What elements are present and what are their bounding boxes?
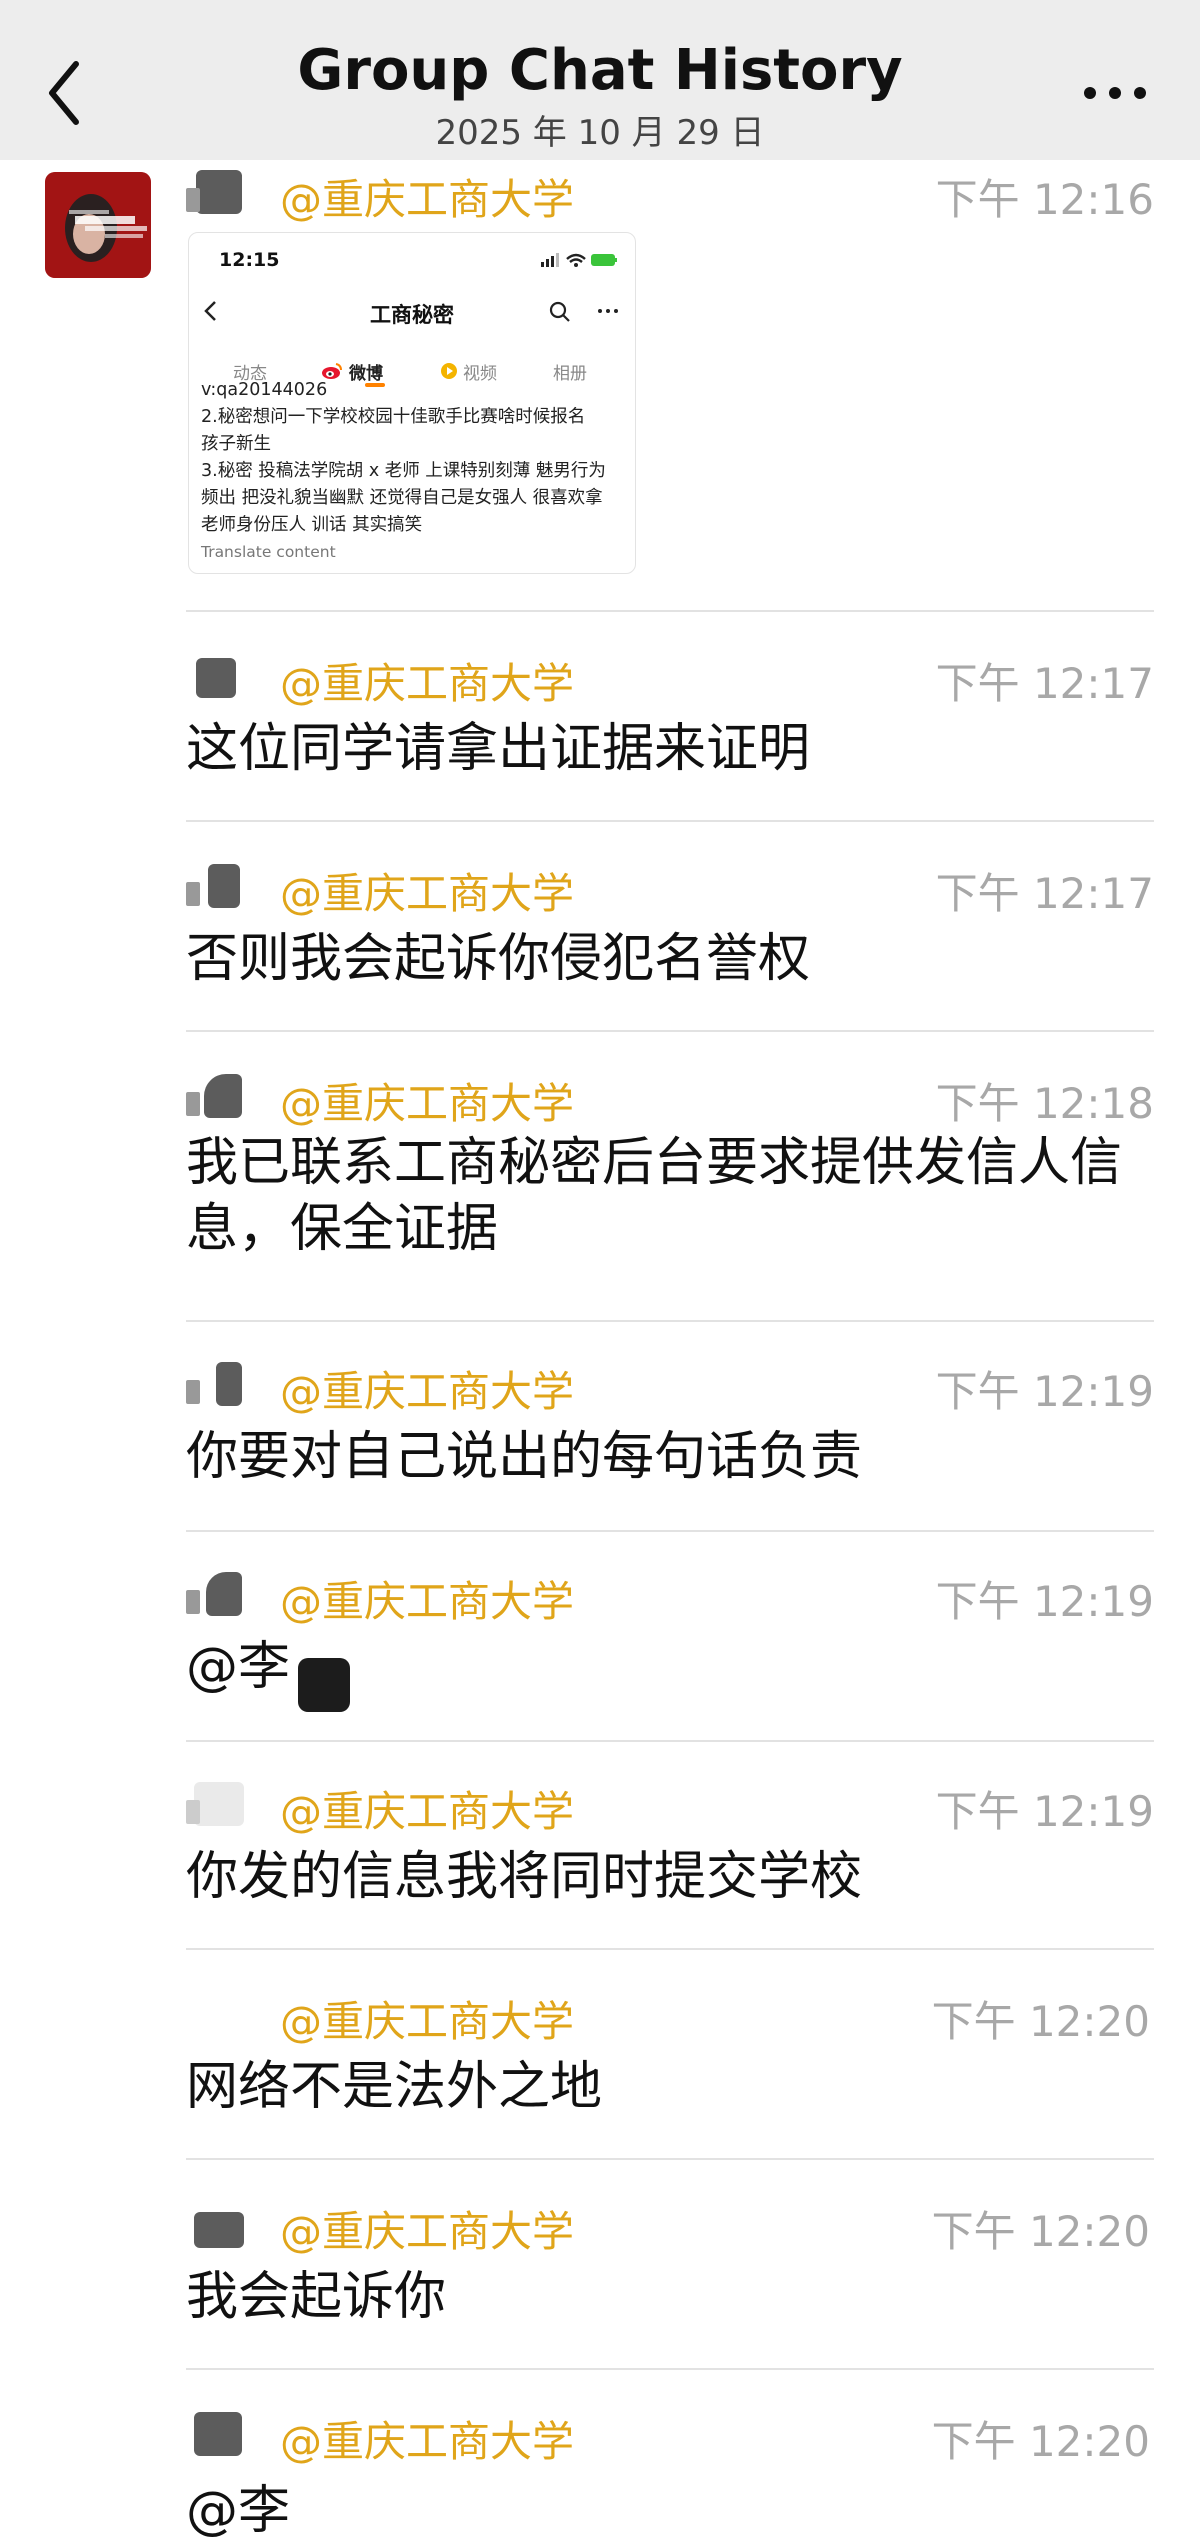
embedded-line: 2.秘密想问一下学校校园十佳歌手比赛啥时候报名 bbox=[201, 407, 586, 427]
embedded-line: 老师身份压人 训话 其实搞笑 bbox=[201, 515, 423, 535]
message-time: 下午 12:19 bbox=[935, 1367, 1154, 1416]
message-time: 下午 12:20 bbox=[931, 1997, 1150, 2046]
divider bbox=[186, 2158, 1154, 2160]
divider bbox=[186, 820, 1154, 822]
sender-name-redacted bbox=[186, 2200, 276, 2250]
sender-name-redacted bbox=[186, 652, 276, 702]
page-date: 2025 年 10 月 29 日 bbox=[435, 113, 765, 153]
embedded-line: 孩子新生 bbox=[201, 434, 271, 454]
message-text: 否则我会起诉你侵犯名誉权 bbox=[186, 929, 811, 989]
message-time: 下午 12:19 bbox=[935, 1577, 1154, 1626]
embedded-line: v:qa20144026 bbox=[201, 380, 328, 400]
embedded-line: 频出 把没礼貌当幽默 还觉得自己是女强人 很喜欢拿 bbox=[201, 488, 603, 508]
embedded-more-icon bbox=[598, 309, 618, 313]
embedded-search-icon bbox=[549, 301, 570, 322]
sender-name-redacted bbox=[186, 1780, 276, 1830]
translate-content-link[interactable]: Translate content bbox=[201, 543, 336, 561]
sender-name-redacted bbox=[186, 1072, 276, 1122]
embedded-status-time: 12:15 bbox=[219, 249, 280, 271]
sender-org: @重庆工商大学 bbox=[280, 2417, 575, 2466]
divider bbox=[186, 1530, 1154, 1532]
sender-org: @重庆工商大学 bbox=[280, 659, 575, 708]
sender-org: @重庆工商大学 bbox=[280, 1079, 575, 1128]
message-time: 下午 12:17 bbox=[935, 659, 1154, 708]
more-options-icon[interactable] bbox=[1080, 78, 1150, 108]
nav-bar: Group Chat History 2025 年 10 月 29 日 bbox=[0, 0, 1200, 160]
avatar[interactable] bbox=[45, 172, 151, 278]
divider bbox=[186, 1320, 1154, 1322]
divider bbox=[186, 1948, 1154, 1950]
sender-org: @重庆工商大学 bbox=[280, 1577, 575, 1626]
sender-name-redacted bbox=[186, 1360, 276, 1410]
message-time: 下午 12:20 bbox=[931, 2207, 1150, 2256]
status-icons bbox=[541, 253, 617, 267]
message-time: 下午 12:18 bbox=[935, 1079, 1154, 1128]
page-title: Group Chat History bbox=[297, 38, 903, 103]
message-text: 我已联系工商秘密后台要求提供发信人信息，保全证据 bbox=[186, 1133, 1123, 1259]
message-time: 下午 12:19 bbox=[935, 1787, 1154, 1836]
sender-org: @重庆工商大学 bbox=[280, 175, 575, 224]
sender-name-redacted bbox=[186, 168, 276, 218]
sender-org: @重庆工商大学 bbox=[280, 1367, 575, 1416]
sender-org: @重庆工商大学 bbox=[280, 2207, 575, 2256]
embedded-post-text: v:qa20144026 2.秘密想问一下学校校园十佳歌手比赛啥时候报名 孩子新… bbox=[201, 380, 626, 539]
message-time: 下午 12:16 bbox=[935, 175, 1154, 224]
message-text: 你发的信息我将同时提交学校 bbox=[186, 1847, 863, 1907]
message-text: 这位同学请拿出证据来证明 bbox=[186, 719, 811, 779]
redaction-mark bbox=[298, 1658, 350, 1712]
message-text: 网络不是法外之地 bbox=[186, 2057, 603, 2117]
embedded-line: 3.秘密 投稿法学院胡 x 老师 上课特别刻薄 魅男行为 bbox=[201, 461, 606, 481]
sender-org: @重庆工商大学 bbox=[280, 1787, 575, 1836]
message-text: 我会起诉你 bbox=[186, 2267, 447, 2327]
sender-name-redacted bbox=[186, 1570, 276, 1620]
sender-org: @重庆工商大学 bbox=[280, 869, 575, 918]
message-text: 你要对自己说出的每句话负责 bbox=[186, 1427, 863, 1487]
divider bbox=[186, 1030, 1154, 1032]
sender-org: @重庆工商大学 bbox=[280, 1997, 575, 2046]
divider bbox=[186, 610, 1154, 612]
embedded-screenshot[interactable]: 12:15 工商秘密 动态 微博 视频 相册 v:qa20144026 2.秘密… bbox=[188, 232, 636, 574]
sender-name-redacted bbox=[186, 862, 276, 912]
divider bbox=[186, 2368, 1154, 2370]
divider bbox=[186, 1740, 1154, 1742]
message-time: 下午 12:20 bbox=[931, 2417, 1150, 2466]
message-text: @李 bbox=[186, 2481, 291, 2541]
sender-name-redacted bbox=[186, 2410, 276, 2460]
message-time: 下午 12:17 bbox=[935, 869, 1154, 918]
